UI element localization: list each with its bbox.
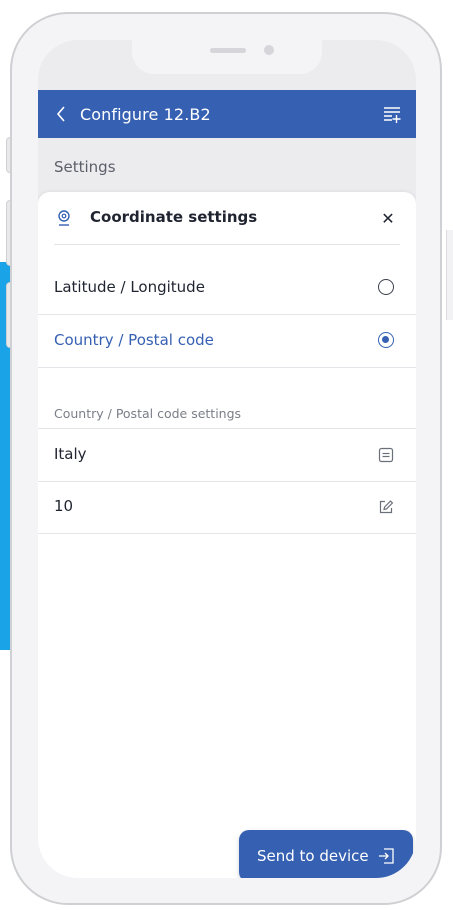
option-latitude-longitude[interactable]: Latitude / Longitude bbox=[38, 262, 416, 315]
menu-button[interactable] bbox=[382, 104, 402, 124]
background-panel-edge bbox=[446, 230, 453, 320]
section-title: Settings bbox=[54, 158, 116, 176]
subsection-title: Country / Postal code settings bbox=[54, 406, 242, 421]
page-title: Configure 12.B2 bbox=[80, 104, 211, 124]
close-icon: ✕ bbox=[381, 208, 395, 228]
country-select[interactable]: Italy bbox=[38, 428, 416, 482]
edit-icon bbox=[379, 500, 394, 514]
send-to-device-button[interactable]: Send to device bbox=[239, 830, 413, 878]
option-country-postal-code[interactable]: Country / Postal code bbox=[38, 315, 416, 368]
speaker bbox=[210, 48, 246, 53]
coordinate-settings-sheet: Coordinate settings ✕ Latitude / Longitu… bbox=[38, 192, 416, 878]
sheet-title: Coordinate settings bbox=[90, 208, 258, 226]
chevron-left-icon bbox=[56, 106, 65, 122]
phone-screen: Configure 12.B2 Settings Coordinate sett… bbox=[38, 40, 416, 878]
postal-code-value: 10 bbox=[54, 497, 74, 515]
option-label: Country / Postal code bbox=[54, 331, 214, 349]
radio-button[interactable] bbox=[378, 279, 394, 295]
list-add-icon bbox=[384, 107, 401, 123]
camera bbox=[264, 45, 274, 55]
dropdown-list-icon bbox=[378, 447, 394, 463]
send-label: Send to device bbox=[257, 847, 369, 865]
back-button[interactable] bbox=[44, 90, 78, 138]
send-to-device-icon bbox=[379, 848, 394, 864]
option-label: Latitude / Longitude bbox=[54, 278, 205, 296]
app-bar: Configure 12.B2 bbox=[38, 90, 416, 138]
location-pin-icon bbox=[58, 210, 70, 226]
close-button[interactable]: ✕ bbox=[376, 206, 400, 230]
radio-button-selected[interactable] bbox=[378, 332, 394, 348]
sheet-header: Coordinate settings ✕ bbox=[54, 192, 400, 245]
country-value: Italy bbox=[54, 445, 87, 463]
postal-code-field[interactable]: 10 bbox=[38, 481, 416, 534]
phone-frame: Configure 12.B2 Settings Coordinate sett… bbox=[10, 12, 442, 905]
phone-notch bbox=[132, 40, 322, 74]
